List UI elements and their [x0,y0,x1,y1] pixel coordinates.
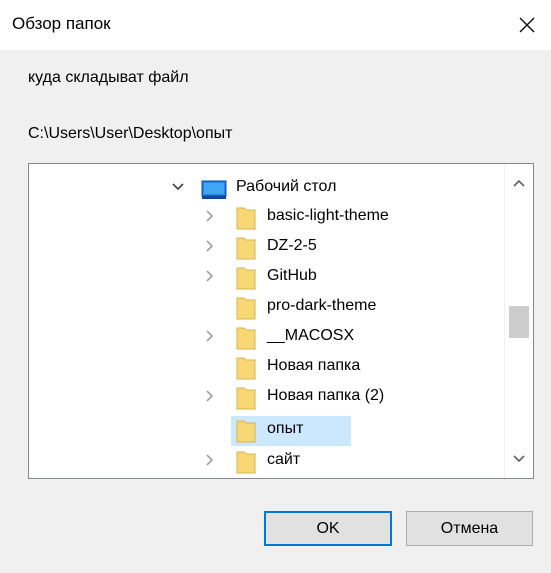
tree-item-folder[interactable]: __MACOSX [29,321,499,351]
tree-item-folder[interactable]: pro-dark-theme [29,291,499,321]
tree-item-folder[interactable]: basic-light-theme [29,201,499,231]
chevron-right-icon[interactable] [203,209,217,223]
title-bar: Обзор папок [0,0,551,50]
tree-item-folder[interactable]: Новая папка [29,351,499,381]
folder-icon [236,451,256,474]
chevron-right-icon[interactable] [203,389,217,403]
chevron-right-icon[interactable] [203,453,217,467]
desktop-icon [201,180,227,199]
chevron-right-icon[interactable] [203,269,217,283]
scroll-down-arrow-icon[interactable] [511,450,527,466]
folder-icon [236,420,256,443]
close-icon [519,17,535,33]
folder-icon [236,267,256,290]
selected-path-label: C:\Users\User\Desktop\опыт [28,125,233,142]
tree-item-folder-selected[interactable]: опыт [29,414,499,444]
tree-item-desktop[interactable]: Рабочий стол [29,172,499,202]
folder-icon [236,297,256,320]
browse-folder-dialog: Обзор папок куда складыват файл C:\Users… [0,0,551,573]
tree-item-label: Рабочий стол [236,178,337,195]
folder-icon [236,357,256,380]
tree-item-label: pro-dark-theme [267,297,377,314]
tree-item-label: Новая папка (2) [267,387,385,404]
tree-item-folder[interactable]: GitHub [29,261,499,291]
folder-tree[interactable]: Рабочий стол basic-light-theme DZ-2-5 Gi… [28,163,534,479]
folder-icon [236,237,256,260]
tree-item-label: GitHub [267,267,317,284]
scrollbar-thumb[interactable] [509,306,529,338]
tree-item-label: сайт [267,451,301,468]
tree-item-label: basic-light-theme [267,207,389,224]
scroll-up-arrow-icon[interactable] [511,176,527,192]
tree-item-folder[interactable]: сайт [29,445,499,475]
folder-icon [236,327,256,350]
tree-item-folder[interactable]: DZ-2-5 [29,231,499,261]
chevron-right-icon[interactable] [203,239,217,253]
chevron-down-icon[interactable] [171,180,185,194]
tree-scrollbar[interactable] [504,164,533,478]
dialog-title: Обзор папок [12,14,111,33]
folder-icon [236,387,256,410]
tree-item-label: __MACOSX [267,327,355,344]
tree-item-label: опыт [267,420,304,437]
cancel-button[interactable]: Отмена [406,511,533,546]
ok-button[interactable]: OK [264,511,392,546]
tree-item-label: Новая папка [267,357,361,374]
close-button[interactable] [503,0,551,50]
tree-item-label: DZ-2-5 [267,237,317,254]
dialog-prompt: куда складыват файл [28,69,189,86]
folder-icon [236,207,256,230]
tree-item-folder[interactable]: Новая папка (2) [29,381,499,411]
chevron-right-icon[interactable] [203,329,217,343]
